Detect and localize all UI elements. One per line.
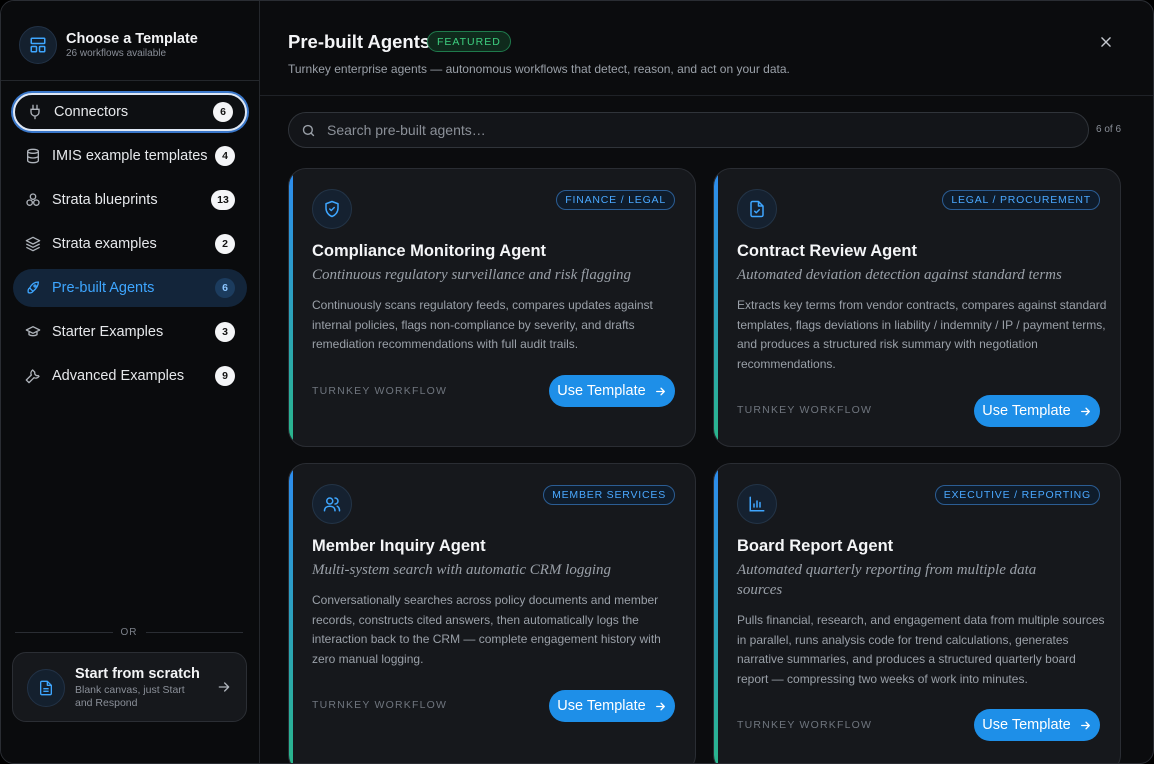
main-panel: Pre-built Agents FEATURED Turnkey enterp… [260,1,1153,763]
card-title: Contract Review Agent [737,242,918,260]
sidebar-subtitle: 26 workflows available [66,48,167,59]
bar-chart-icon [737,484,777,524]
count-badge: 2 [215,234,235,254]
sidebar-item-label: Advanced Examples [52,368,185,384]
scratch-subtitle: Blank canvas, just Start and Respond [75,684,185,709]
scratch-title: Start from scratch [75,666,200,682]
shield-icon [312,189,352,229]
sidebar-header: Choose a Template 26 workflows available [1,1,259,81]
card-title: Board Report Agent [737,537,894,555]
arrow-right-icon [1079,719,1092,732]
card-footer-label: TURNKEY WORKFLOW [737,719,873,731]
button-label: Use Template [982,403,1071,419]
sidebar-item-strata-blueprints[interactable]: Strata blueprints 13 [13,181,247,219]
results-count: 6 of 6 [1096,124,1122,135]
sidebar-item-pre-built-agents[interactable]: Pre-built Agents 6 [13,269,247,307]
agent-card-member-inquiry: MEMBER SERVICES Member Inquiry Agent Mul… [288,463,696,763]
card-description: Pulls financial, research, and engagemen… [737,613,1105,686]
layers-icon [23,234,43,254]
arrow-right-icon [654,385,667,398]
card-description: Extracts key terms from vendor contracts… [737,298,1107,371]
button-label: Use Template [557,698,646,714]
card-subtitle: Multi-system search with automatic CRM l… [312,562,611,578]
count-badge: 3 [215,322,235,342]
use-template-button[interactable]: Use Template [974,709,1100,741]
users-icon [312,484,352,524]
sidebar-item-label: IMIS example templates [52,148,208,164]
arrow-right-icon [1079,405,1092,418]
button-label: Use Template [982,717,1071,733]
search-input[interactable] [327,122,1088,138]
boxes-icon [23,190,43,210]
count-badge: 9 [215,366,235,386]
button-label: Use Template [557,383,646,399]
sidebar-item-label: Strata blueprints [52,192,158,208]
arrow-right-icon [654,700,667,713]
count-badge: 6 [213,102,233,122]
sidebar-item-advanced-examples[interactable]: Advanced Examples 9 [13,357,247,395]
search-bar [288,112,1089,148]
page-title: Pre-built Agents [288,31,431,52]
database-icon [23,146,43,166]
card-subtitle: Continuous regulatory surveillance and r… [312,267,632,283]
use-template-button[interactable]: Use Template [549,690,675,722]
main-header: Pre-built Agents FEATURED Turnkey enterp… [260,1,1153,96]
count-badge: 6 [215,278,235,298]
card-description: Conversationally searches across policy … [312,593,661,666]
plug-icon [25,102,45,122]
sidebar-item-label: Strata examples [52,236,157,252]
wrench-icon [23,366,43,386]
file-icon [27,669,65,707]
start-from-scratch-button[interactable]: Start from scratch Blank canvas, just St… [12,652,247,722]
graduation-cap-icon [23,322,43,342]
page-subtitle: Turnkey enterprise agents — autonomous w… [288,62,790,76]
template-layout-icon [19,26,57,64]
agent-card-contract-review: LEGAL / PROCUREMENT Contract Review Agen… [713,168,1121,447]
sidebar: Choose a Template 26 workflows available… [1,1,260,763]
sidebar-item-strata-examples[interactable]: Strata examples 2 [13,225,247,263]
document-check-icon [737,189,777,229]
card-subtitle: Automated deviation detection against st… [737,267,1062,283]
card-footer-label: TURNKEY WORKFLOW [312,699,448,711]
template-chooser-window: Choose a Template 26 workflows available… [0,0,1154,764]
rocket-icon [23,278,43,298]
card-footer-label: TURNKEY WORKFLOW [312,385,448,397]
count-badge: 4 [215,146,235,166]
sidebar-item-label: Connectors [54,104,129,120]
sidebar-item-starter-examples[interactable]: Starter Examples 3 [13,313,247,351]
or-label: OR [120,626,138,638]
card-footer-label: TURNKEY WORKFLOW [737,404,873,416]
agent-card-board-report: EXECUTIVE / REPORTING Board Report Agent… [713,463,1121,763]
sidebar-item-imis-templates[interactable]: IMIS example templates 4 [13,137,247,175]
count-badge: 13 [211,190,235,210]
featured-badge: FEATURED [427,31,511,52]
card-title: Member Inquiry Agent [312,537,486,555]
category-tag: MEMBER SERVICES [543,485,675,505]
use-template-button[interactable]: Use Template [974,395,1100,427]
close-icon[interactable] [1096,32,1116,52]
arrow-right-icon [216,679,232,700]
sidebar-title: Choose a Template [66,31,198,47]
category-tag: FINANCE / LEGAL [556,190,675,210]
card-title: Compliance Monitoring Agent [312,242,547,260]
use-template-button[interactable]: Use Template [549,375,675,407]
category-tag: EXECUTIVE / REPORTING [934,485,1100,505]
card-subtitle: Automated quarterly reporting from multi… [737,562,1037,598]
search-icon [301,122,317,138]
category-tag: LEGAL / PROCUREMENT [942,190,1100,210]
or-divider: OR [15,625,243,639]
sidebar-item-label: Pre-built Agents [52,280,155,296]
card-description: Continuously scans regulatory feeds, com… [312,298,653,351]
sidebar-item-connectors[interactable]: Connectors 6 [13,93,247,131]
sidebar-item-label: Starter Examples [52,324,164,340]
agent-card-compliance: FINANCE / LEGAL Compliance Monitoring Ag… [288,168,696,447]
